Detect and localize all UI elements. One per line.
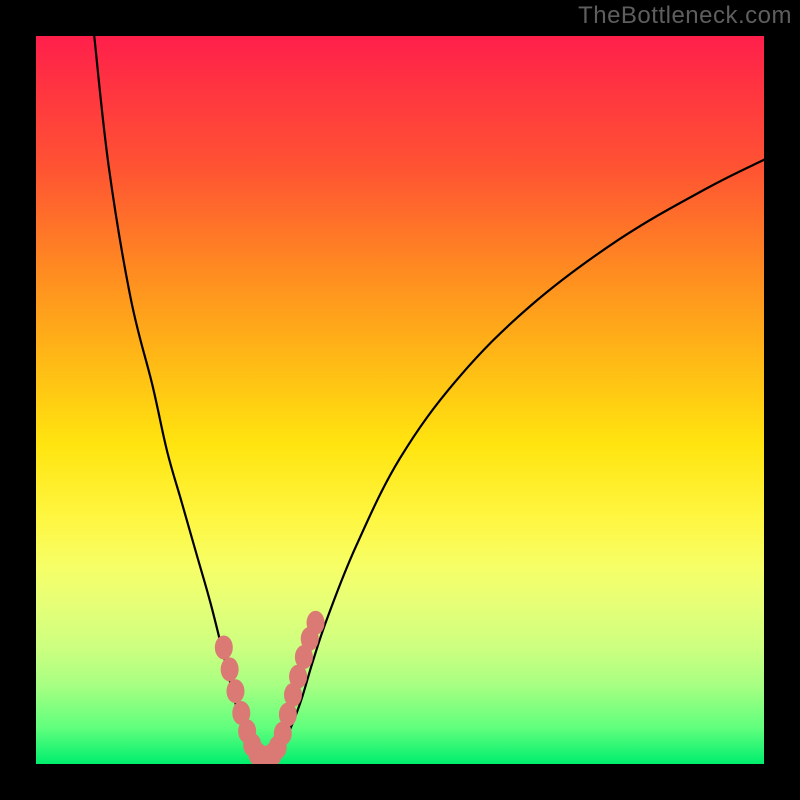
bead-marker (307, 611, 325, 635)
curve-group (94, 36, 764, 759)
plot-area (36, 36, 764, 764)
chart-stage: TheBottleneck.com (0, 0, 800, 800)
right-branch-path (269, 160, 764, 758)
bead-marker (226, 679, 244, 703)
curve-layer (36, 36, 764, 764)
watermark-text: TheBottleneck.com (578, 2, 792, 30)
left-branch-path (94, 36, 260, 758)
bead-marker (221, 657, 239, 681)
bead-marker (215, 636, 233, 660)
beads-group (215, 611, 325, 764)
